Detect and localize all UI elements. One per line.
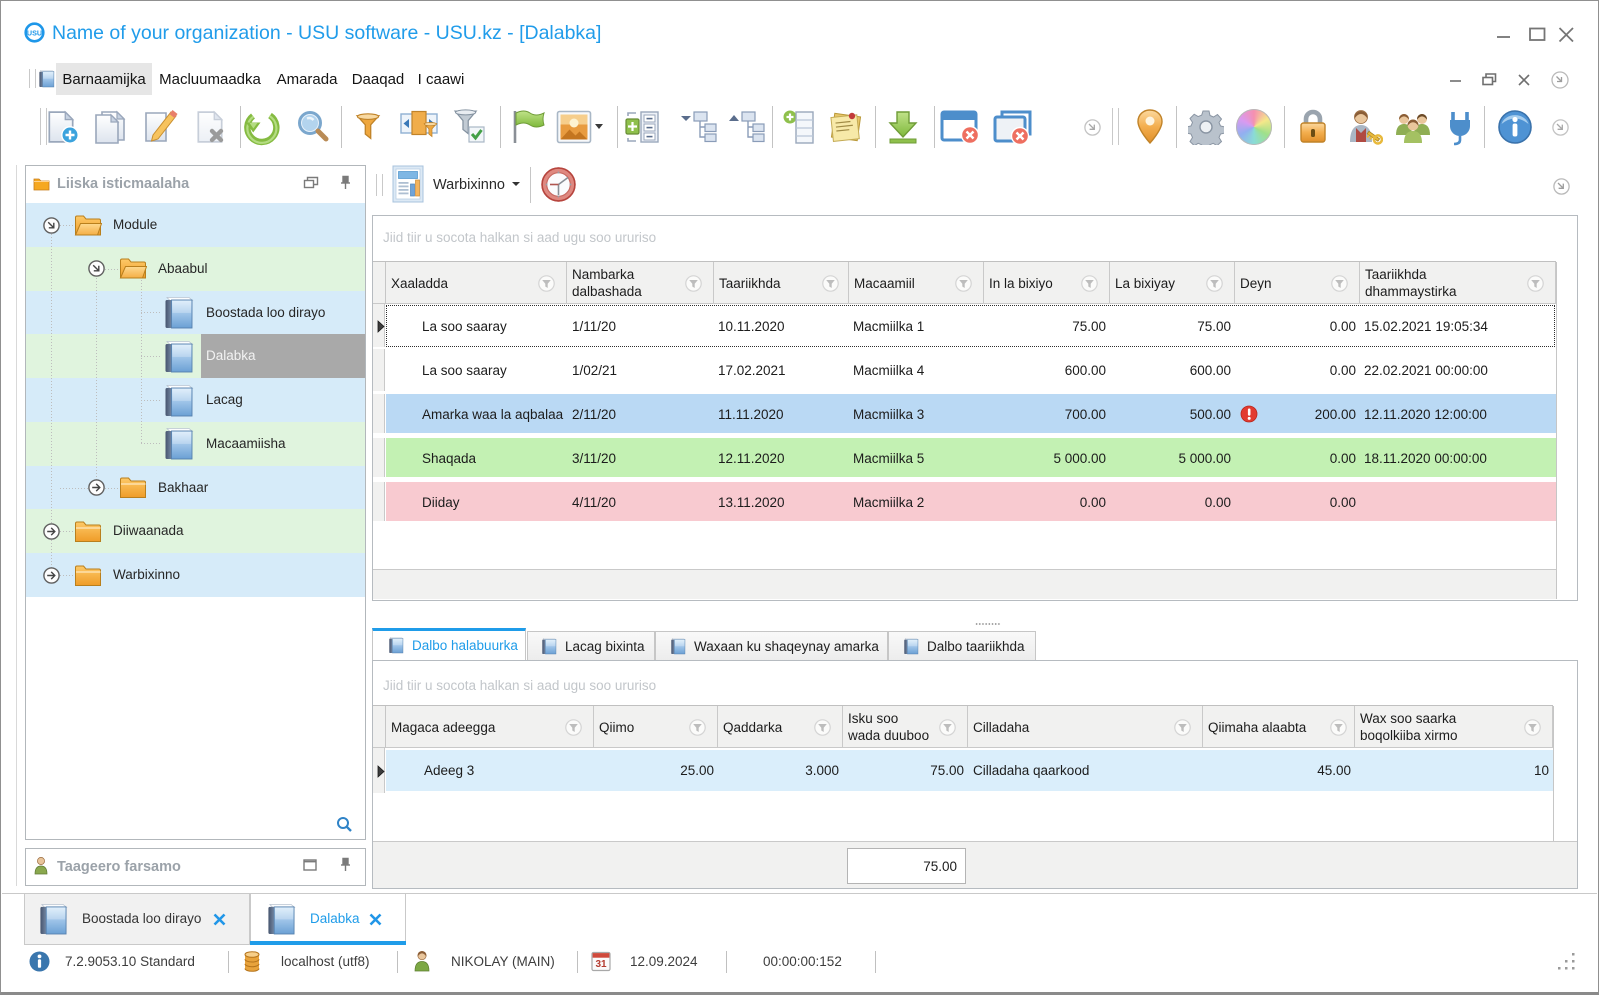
svg-text:USU: USU <box>27 29 42 38</box>
svg-text:31: 31 <box>595 959 607 970</box>
